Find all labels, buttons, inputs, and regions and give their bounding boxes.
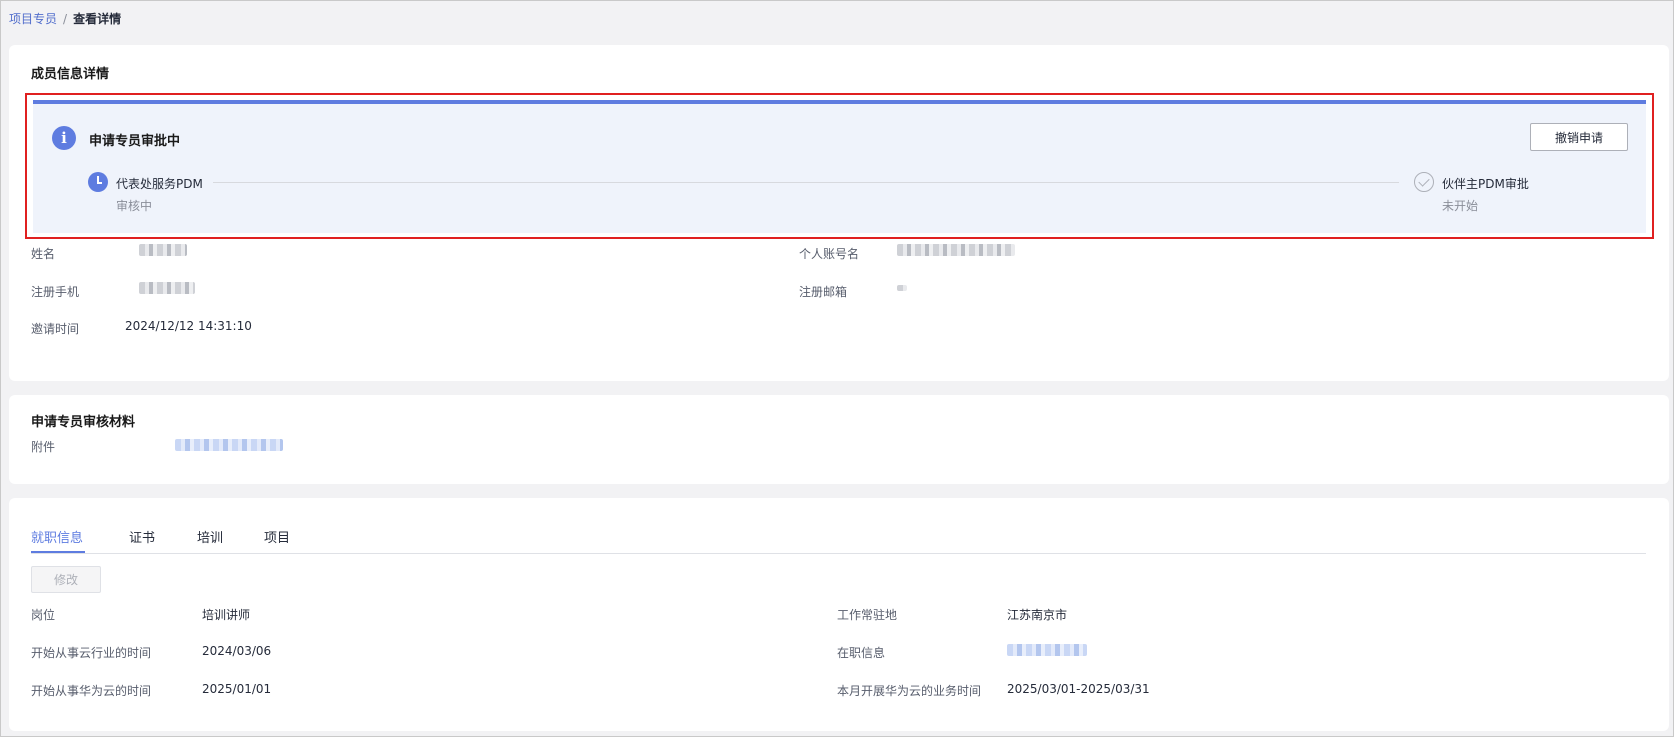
breadcrumb-current: 查看详情 bbox=[73, 12, 122, 26]
active-tab-indicator bbox=[31, 551, 85, 553]
position-value: 培训讲师 bbox=[202, 608, 251, 622]
email-value-redacted bbox=[897, 285, 907, 291]
business-time-label: 本月开展华为云的业务时间 bbox=[837, 684, 982, 698]
member-info-card: 成员信息详情 i 申请专员审批中 撤销申请 代表处服务PDM 审核中 伙伴主PD… bbox=[9, 45, 1669, 381]
breadcrumb-link-project-specialist[interactable]: 项目专员 bbox=[9, 10, 57, 27]
tab-certificates[interactable]: 证书 bbox=[129, 527, 155, 546]
step-connector bbox=[213, 182, 1399, 183]
approval-highlight: i 申请专员审批中 撤销申请 代表处服务PDM 审核中 伙伴主PDM审批 未开始 bbox=[25, 93, 1654, 239]
step-2-status: 未开始 bbox=[1442, 199, 1479, 213]
materials-title: 申请专员审核材料 bbox=[31, 415, 136, 430]
info-icon: i bbox=[52, 126, 76, 150]
invite-time-value: 2024/12/12 14:31:10 bbox=[125, 319, 252, 333]
tabs-divider bbox=[31, 553, 1646, 554]
phone-label: 注册手机 bbox=[31, 285, 80, 299]
attachment-label: 附件 bbox=[31, 440, 56, 454]
account-label: 个人账号名 bbox=[799, 247, 860, 261]
cloud-industry-start-label: 开始从事云行业的时间 bbox=[31, 646, 152, 660]
tab-training[interactable]: 培训 bbox=[197, 527, 223, 546]
account-value-redacted bbox=[897, 244, 1015, 256]
revoke-application-button[interactable]: 撤销申请 bbox=[1530, 123, 1628, 151]
huawei-cloud-start-label: 开始从事华为云的时间 bbox=[31, 684, 152, 698]
huawei-cloud-start-value: 2025/01/01 bbox=[202, 682, 272, 696]
clock-icon bbox=[88, 172, 108, 192]
name-value-redacted bbox=[139, 244, 187, 256]
location-value: 江苏南京市 bbox=[1007, 608, 1068, 622]
breadcrumb: 项目专员 / 查看详情 bbox=[9, 10, 121, 27]
employment-info-label: 在职信息 bbox=[837, 646, 886, 660]
step-1-label: 代表处服务PDM bbox=[116, 177, 203, 191]
check-circle-icon bbox=[1414, 172, 1434, 192]
location-label: 工作常驻地 bbox=[837, 608, 898, 622]
phone-value-redacted bbox=[139, 282, 195, 294]
approval-panel: i 申请专员审批中 撤销申请 代表处服务PDM 审核中 伙伴主PDM审批 未开始 bbox=[33, 100, 1646, 233]
employment-info-redacted bbox=[1007, 644, 1087, 656]
breadcrumb-separator: / bbox=[63, 11, 68, 26]
tab-employment-info[interactable]: 就职信息 bbox=[31, 527, 83, 546]
cloud-industry-start-value: 2024/03/06 bbox=[202, 644, 272, 658]
name-label: 姓名 bbox=[31, 247, 56, 261]
position-label: 岗位 bbox=[31, 608, 56, 622]
member-info-title: 成员信息详情 bbox=[31, 67, 110, 82]
materials-card: 申请专员审核材料 附件 bbox=[9, 395, 1669, 484]
page-frame: 项目专员 / 查看详情 成员信息详情 i 申请专员审批中 撤销申请 代表处服务P… bbox=[0, 0, 1674, 737]
attachment-link-redacted[interactable] bbox=[175, 439, 283, 451]
step-1-status: 审核中 bbox=[116, 199, 153, 213]
edit-button[interactable]: 修改 bbox=[31, 566, 101, 593]
email-label: 注册邮箱 bbox=[799, 285, 848, 299]
step-2-label: 伙伴主PDM审批 bbox=[1442, 177, 1529, 191]
invite-time-label: 邀请时间 bbox=[31, 322, 80, 336]
business-time-value: 2025/03/01-2025/03/31 bbox=[1007, 682, 1150, 696]
approval-title: 申请专员审批中 bbox=[89, 134, 181, 149]
tab-projects[interactable]: 项目 bbox=[264, 527, 290, 546]
